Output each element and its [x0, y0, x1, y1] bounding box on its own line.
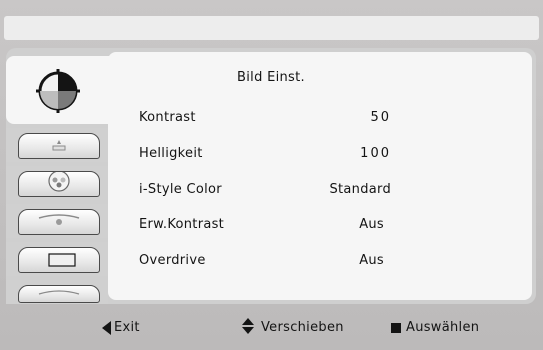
button-guide: Exit Verschieben Auswählen: [6, 312, 536, 346]
move-hint[interactable]: Verschieben: [242, 317, 344, 335]
left-arrow-icon: [102, 320, 111, 335]
menu-item-label: Erw.Kontrast: [139, 217, 225, 232]
tab-picture[interactable]: [6, 56, 110, 124]
menu-item-label: i-Style Color: [139, 182, 222, 197]
tab-size[interactable]: [6, 204, 108, 238]
select-label: Auswählen: [406, 320, 480, 335]
menu-item-value: Standard: [329, 182, 391, 197]
square-button-icon: [391, 322, 401, 333]
exit-label: Exit: [114, 320, 140, 335]
tab-position[interactable]: [6, 128, 108, 162]
up-down-arrows-icon: [242, 318, 254, 334]
settings-icon: [18, 247, 100, 273]
menu-title: Bild Einst.: [237, 70, 305, 85]
information-icon: [18, 285, 100, 303]
menu-item-value: 100: [360, 146, 391, 161]
menu-item-label: Helligkeit: [139, 146, 203, 161]
top-bar: [4, 16, 539, 40]
menu-item-kontrast[interactable]: Kontrast 50: [139, 110, 399, 130]
menu-item-istyle-color[interactable]: i-Style Color Standard: [139, 182, 399, 202]
osd-screen: Bild Einst. Kontrast 50 Helligkeit 100 i…: [0, 0, 543, 350]
size-icon: [18, 209, 100, 235]
tab-information[interactable]: [6, 280, 108, 304]
menu-item-label: Kontrast: [139, 110, 196, 125]
menu-item-erw-kontrast[interactable]: Erw.Kontrast Aus: [139, 217, 399, 237]
menu-item-helligkeit[interactable]: Helligkeit 100: [139, 146, 399, 166]
position-icon: [18, 133, 100, 159]
color-icon: [18, 171, 100, 197]
menu-item-value: 50: [370, 110, 391, 125]
picture-icon: [36, 69, 80, 113]
tab-color[interactable]: [6, 166, 108, 200]
move-label: Verschieben: [261, 320, 344, 335]
select-hint[interactable]: Auswählen: [391, 320, 479, 335]
menu-item-value: Aus: [359, 217, 384, 232]
tab-settings[interactable]: [6, 242, 108, 276]
menu-item-overdrive[interactable]: Overdrive Aus: [139, 253, 399, 273]
menu-item-value: Aus: [359, 253, 384, 268]
menu-item-label: Overdrive: [139, 253, 206, 268]
exit-hint[interactable]: Exit: [102, 320, 140, 335]
